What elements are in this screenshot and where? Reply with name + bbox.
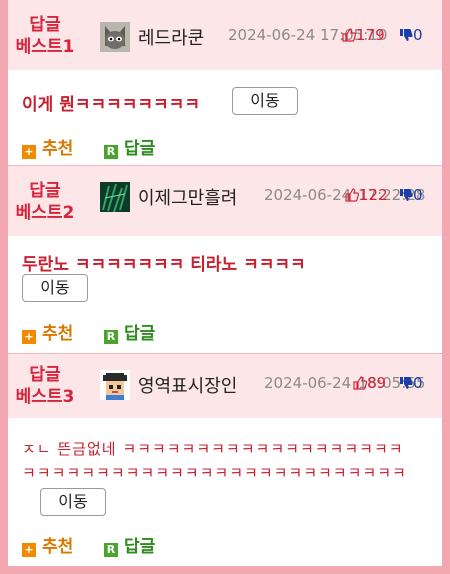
upvote-count[interactable]: 89	[353, 374, 386, 392]
comment-date: 2024-06-24	[264, 374, 352, 392]
upvote-value: 179	[356, 26, 385, 44]
thumbs-up-icon	[345, 188, 359, 202]
upvote-count[interactable]: 179	[342, 26, 385, 44]
reply-r-icon: R	[104, 543, 118, 557]
thumbs-down-icon	[400, 29, 413, 41]
badge-line1: 답글	[29, 181, 61, 201]
comment-header: 답글 베스트1 레드라쿤 2024-06-24 17:05:10 179 0	[8, 0, 442, 70]
reply-button[interactable]: R 답글	[104, 134, 155, 159]
pixel-character-avatar-icon[interactable]	[100, 370, 130, 400]
upvote-count[interactable]: 122	[345, 186, 388, 204]
downvote-count[interactable]: 0	[399, 374, 423, 392]
comment-text: 이게 뭔ㅋㅋㅋㅋㅋㅋㅋㅋ	[22, 95, 200, 115]
downvote-count[interactable]: 0	[399, 26, 423, 44]
reply-label: 답글	[124, 324, 156, 344]
best-comment-3: 답글 베스트3 영역표시장인 2024-06-24 18:05:55 89 0 …	[8, 354, 442, 566]
downvote-value: 0	[413, 26, 423, 44]
comment-header: 답글 베스트3 영역표시장인 2024-06-24 18:05:55 89 0	[8, 354, 442, 418]
nickname-link[interactable]: 이제그만흘려	[138, 184, 237, 210]
best-reply-badge: 답글 베스트3	[14, 364, 76, 408]
badge-line2: 베스트1	[15, 37, 75, 57]
comment-list: 답글 베스트1 레드라쿤 2024-06-24 17:05:10 179 0 이…	[8, 0, 442, 566]
best-reply-badge: 답글 베스트2	[14, 180, 76, 224]
recommend-label: 추천	[42, 139, 74, 159]
reply-label: 답글	[124, 139, 156, 159]
downvote-value: 0	[413, 374, 423, 392]
badge-line2: 베스트2	[15, 203, 75, 223]
comment-date: 2024-06-24	[264, 186, 352, 204]
downvote-count[interactable]: 0	[399, 186, 423, 204]
plus-icon: +	[22, 145, 36, 159]
reply-button[interactable]: R 답글	[104, 319, 155, 344]
recommend-label: 추천	[42, 537, 74, 557]
comment-date: 2024-06-24	[228, 26, 316, 44]
best-comment-2: 답글 베스트2 이제그만흘려 2024-06-24 17:22:28 122 0…	[8, 166, 442, 354]
plus-icon: +	[22, 543, 36, 557]
comment-text-line1: ㅈㄴ 뜬금없네 ㅋㅋㅋㅋㅋㅋㅋㅋㅋㅋㅋㅋㅋㅋㅋㅋㅋㅋㅋ	[22, 440, 404, 458]
move-button[interactable]: 이동	[22, 274, 88, 302]
upvote-value: 89	[367, 374, 387, 392]
green-texture-avatar-icon[interactable]	[100, 182, 130, 212]
move-button[interactable]: 이동	[40, 488, 106, 516]
badge-line1: 답글	[29, 365, 61, 385]
thumbs-down-icon	[400, 377, 413, 389]
downvote-value: 0	[413, 186, 423, 204]
comment-text-line2: ㅋㅋㅋㅋㅋㅋㅋㅋㅋㅋㅋㅋㅋㅋㅋㅋㅋㅋㅋㅋㅋㅋㅋㅋㅋㅋ	[22, 464, 407, 482]
thumbs-up-icon	[342, 28, 356, 42]
reply-r-icon: R	[104, 330, 118, 344]
best-reply-badge: 답글 베스트1	[14, 14, 76, 58]
recommend-button[interactable]: + 추천	[22, 134, 73, 159]
comment-text: 두란노 ㅋㅋㅋㅋㅋㅋㅋ 티라노 ㅋㅋㅋㅋ	[22, 255, 306, 275]
reply-r-icon: R	[104, 145, 118, 159]
upvote-value: 122	[359, 186, 388, 204]
recommend-button[interactable]: + 추천	[22, 532, 73, 557]
nickname-link[interactable]: 영역표시장인	[138, 372, 237, 398]
reply-button[interactable]: R 답글	[104, 532, 155, 557]
recommend-button[interactable]: + 추천	[22, 319, 73, 344]
reply-label: 답글	[124, 537, 156, 557]
move-button[interactable]: 이동	[232, 87, 298, 115]
best-comment-1: 답글 베스트1 레드라쿤 2024-06-24 17:05:10 179 0 이…	[8, 0, 442, 166]
badge-line2: 베스트3	[15, 387, 75, 407]
thumbs-down-icon	[400, 189, 413, 201]
cat-avatar-icon[interactable]	[100, 22, 130, 52]
plus-icon: +	[22, 330, 36, 344]
recommend-label: 추천	[42, 324, 74, 344]
badge-line1: 답글	[29, 15, 61, 35]
thumbs-up-icon	[353, 376, 367, 390]
nickname-link[interactable]: 레드라쿤	[138, 24, 204, 50]
comment-header: 답글 베스트2 이제그만흘려 2024-06-24 17:22:28 122 0	[8, 166, 442, 236]
